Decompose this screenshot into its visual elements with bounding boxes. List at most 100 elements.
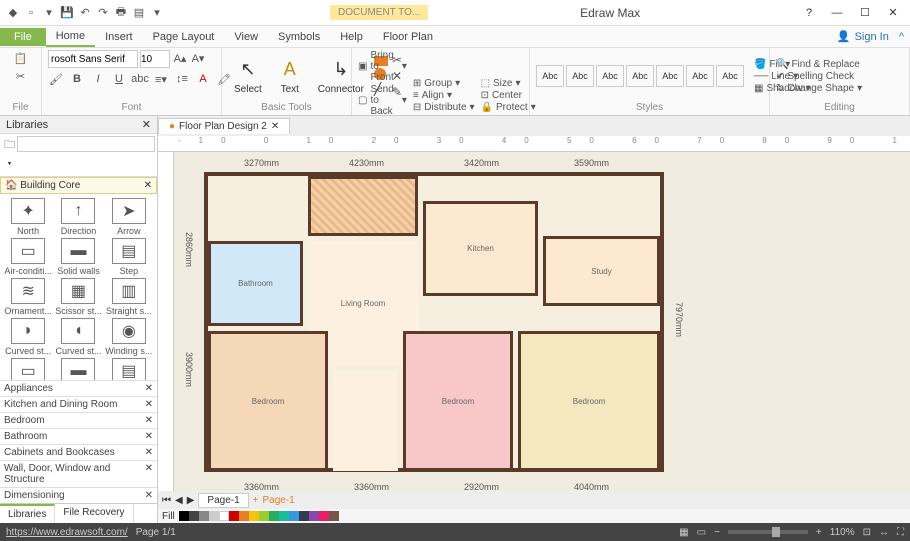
font-family-select[interactable] [48, 50, 138, 68]
redo-icon[interactable]: ↷ [96, 6, 110, 20]
close-icon[interactable]: ✕ [880, 3, 906, 23]
style-preset[interactable]: Abc [716, 65, 744, 87]
view-mode-icon[interactable]: ▦ [679, 527, 688, 538]
tab-floor-plan[interactable]: Floor Plan [373, 28, 443, 46]
tab-symbols[interactable]: Symbols [268, 28, 330, 46]
style-preset[interactable]: Abc [656, 65, 684, 87]
shape-step[interactable]: ▤Step [105, 238, 153, 276]
file-tab[interactable]: File [0, 28, 46, 46]
library-search-input[interactable] [17, 136, 155, 152]
shape-scissor-stairs[interactable]: ▦Scissor st... [54, 278, 102, 316]
grow-font-icon[interactable]: A▴ [172, 50, 188, 66]
group-button[interactable]: ⊞ Group ▾ [413, 78, 475, 89]
sign-in-link[interactable]: 👤 Sign In ^ [831, 30, 910, 43]
tab-view[interactable]: View [224, 28, 268, 46]
ribbon-collapse-icon[interactable]: ^ [899, 31, 904, 43]
tab-libraries[interactable]: Libraries [0, 504, 55, 523]
shape-curved-stairs-2[interactable]: ◖Curved st... [54, 318, 102, 356]
paste-icon[interactable]: 📋 [13, 50, 29, 66]
shape-solid-walls[interactable]: ▬Solid walls [54, 238, 102, 276]
zoom-slider[interactable] [728, 530, 808, 534]
distribute-button[interactable]: ⊟ Distribute ▾ [413, 102, 475, 113]
maximize-icon[interactable]: ☐ [852, 3, 878, 23]
preview-icon[interactable]: ▤ [132, 6, 146, 20]
shape-direction[interactable]: ↑Direction [54, 198, 102, 236]
shape-straight-stairs[interactable]: ▥Straight s... [105, 278, 153, 316]
spelling-button[interactable]: ✔ Spelling Check [776, 71, 862, 82]
lib-kitchen[interactable]: Kitchen and Dining Room✕ [0, 396, 157, 412]
style-preset[interactable]: Abc [686, 65, 714, 87]
size-button[interactable]: ⬚ Size ▾ [481, 78, 536, 89]
page-tab[interactable]: Page-1 [198, 493, 248, 508]
shape-aircon[interactable]: ▭Air-conditi... [4, 238, 52, 276]
lib-bathroom[interactable]: Bathroom✕ [0, 428, 157, 444]
fullscreen-icon[interactable]: ⛶ [897, 527, 904, 538]
tab-help[interactable]: Help [330, 28, 373, 46]
prev-page-icon[interactable]: ◀ [175, 495, 183, 506]
align-button[interactable]: ≡ Align ▾ [413, 90, 475, 101]
shape-misc-1[interactable]: ▭ [4, 358, 52, 380]
shape-winding-stairs[interactable]: ◉Winding s... [105, 318, 153, 356]
close-panel-icon[interactable]: ✕ [142, 118, 151, 131]
next-page-icon[interactable]: ▶ [187, 495, 195, 506]
protect-button[interactable]: 🔒 Protect ▾ [481, 102, 536, 113]
style-preset[interactable]: Abc [626, 65, 654, 87]
close-tab-icon[interactable]: ✕ [271, 121, 279, 132]
lib-bedroom[interactable]: Bedroom✕ [0, 412, 157, 428]
tab-insert[interactable]: Insert [95, 28, 143, 46]
shrink-font-icon[interactable]: A▾ [190, 50, 206, 66]
style-preset[interactable]: Abc [596, 65, 624, 87]
tab-file-recovery[interactable]: File Recovery [55, 504, 133, 523]
shape-misc-3[interactable]: ▤ [105, 358, 153, 380]
select-tool[interactable]: ↖Select [228, 56, 268, 97]
change-shape-button[interactable]: ↻ Change Shape ▾ [776, 83, 862, 94]
color-swatch[interactable] [179, 511, 189, 521]
open-icon[interactable]: ▾ [42, 6, 56, 20]
presentation-icon[interactable]: ▭ [697, 527, 706, 538]
qat-more-icon[interactable]: ▾ [150, 6, 164, 20]
library-category[interactable]: 🏠 Building Core✕ [0, 177, 157, 194]
zoom-out-icon[interactable]: − [714, 527, 720, 538]
document-tab[interactable]: ●Floor Plan Design 2✕ [158, 118, 290, 134]
help-icon[interactable]: ? [796, 3, 822, 23]
tab-home[interactable]: Home [46, 27, 95, 47]
shape-north[interactable]: ✦North [4, 198, 52, 236]
minimize-icon[interactable]: — [824, 3, 850, 23]
shape-curved-stairs[interactable]: ◗Curved st... [4, 318, 52, 356]
undo-icon[interactable]: ↶ [78, 6, 92, 20]
style-preset[interactable]: Abc [536, 65, 564, 87]
tab-page-layout[interactable]: Page Layout [143, 28, 225, 46]
italic-button[interactable]: I [90, 71, 106, 87]
save-icon[interactable]: 💾 [60, 6, 74, 20]
lib-dimensioning[interactable]: Dimensioning✕ [0, 487, 157, 503]
font-color-icon[interactable]: A [195, 71, 211, 87]
lib-cabinets[interactable]: Cabinets and Bookcases✕ [0, 444, 157, 460]
cut-icon[interactable]: ✂ [13, 68, 29, 84]
fit-page-icon[interactable]: ⊡ [863, 527, 871, 538]
styles-gallery[interactable]: Abc Abc Abc Abc Abc Abc Abc [536, 65, 744, 87]
floor-plan[interactable]: Kitchen Bathroom Study Living Room Bedro… [204, 172, 664, 472]
underline-button[interactable]: U [111, 71, 127, 87]
text-tool[interactable]: AText [272, 56, 308, 97]
strikethrough-button[interactable]: abc [132, 71, 148, 87]
shape-misc-2[interactable]: ▬ [54, 358, 102, 380]
fit-width-icon[interactable]: ↔ [879, 527, 889, 538]
send-back-button[interactable]: ▢ Send to Back ▾ [358, 84, 407, 117]
first-page-icon[interactable]: ⏮ [162, 495, 171, 506]
drawing-canvas[interactable]: 3270mm 4230mm 3420mm 3590mm 3360mm 3360m… [174, 152, 910, 491]
format-painter-icon[interactable]: 🖌 [48, 71, 64, 87]
font-size-select[interactable] [140, 50, 170, 68]
bold-button[interactable]: B [69, 71, 85, 87]
lib-appliances[interactable]: Appliances✕ [0, 380, 157, 396]
zoom-in-icon[interactable]: + [816, 527, 822, 538]
line-spacing-icon[interactable]: ↕≡ [174, 71, 190, 87]
bullets-icon[interactable]: ≡▾ [153, 71, 169, 87]
lib-wall-door[interactable]: Wall, Door, Window and Structure✕ [0, 460, 157, 487]
new-icon[interactable]: ▫ [24, 6, 38, 20]
center-button[interactable]: ⊡ Center [481, 90, 536, 101]
find-replace-button[interactable]: 🔍 Find & Replace [776, 59, 862, 70]
lib-dropdown-icon[interactable]: 🗀▾ [4, 136, 15, 174]
shape-arrow[interactable]: ➤Arrow [105, 198, 153, 236]
shape-ornament[interactable]: ≋Ornament... [4, 278, 52, 316]
add-page-icon[interactable]: + [253, 495, 259, 506]
